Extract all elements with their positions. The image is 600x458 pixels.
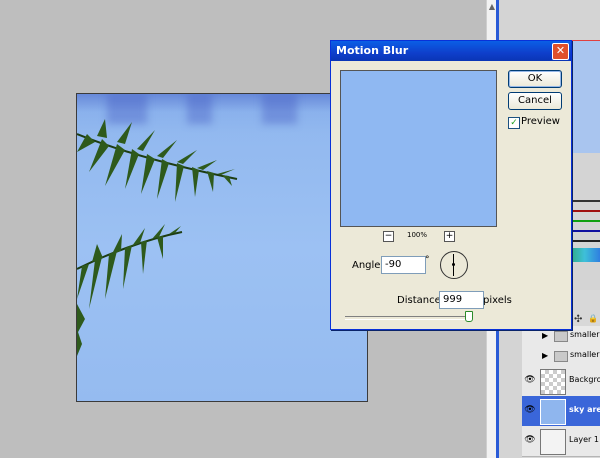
dialog-title: Motion Blur (336, 44, 409, 57)
angle-label: Angle: (352, 260, 384, 271)
degree-symbol: ° (425, 255, 430, 265)
angle-dial-center (452, 263, 455, 266)
filter-preview[interactable] (340, 70, 497, 227)
scroll-up-icon[interactable]: ▲ (488, 2, 496, 12)
expand-triangle-icon[interactable]: ▶ (542, 331, 548, 340)
dialog-titlebar[interactable]: Motion Blur ✕ (331, 41, 571, 61)
color-swatch[interactable] (569, 210, 600, 212)
fern-leaves (77, 119, 238, 356)
layer-thumbnail (540, 429, 566, 455)
layer-thumbnail (540, 399, 566, 425)
move-icon[interactable]: ✣ (574, 314, 582, 325)
layer-row[interactable]: 👁 Layer 1 c (522, 426, 600, 457)
motion-blur-dialog: Motion Blur ✕ OK Cancel ✓ Preview − 100%… (330, 40, 572, 330)
layer-name: smaller (570, 330, 600, 339)
cancel-button[interactable]: Cancel (508, 92, 562, 110)
folder-icon (554, 331, 568, 342)
color-swatch[interactable] (569, 220, 600, 222)
zoom-out-button[interactable]: − (383, 231, 394, 242)
layer-row[interactable]: ▶ smaller (522, 346, 600, 367)
layer-row[interactable]: 👁 Backgro (522, 366, 600, 397)
eye-icon[interactable]: 👁 (524, 375, 536, 385)
distance-input[interactable]: 999 (439, 291, 484, 309)
close-button[interactable]: ✕ (552, 43, 569, 60)
zoom-in-button[interactable]: + (444, 231, 455, 242)
distance-slider-track[interactable] (345, 316, 473, 320)
layer-row-selected[interactable]: 👁 sky are (522, 396, 600, 427)
document-canvas[interactable] (76, 93, 368, 402)
layer-thumbnail (540, 369, 566, 395)
zoom-level: 100% (407, 231, 428, 239)
eye-icon[interactable]: 👁 (524, 435, 536, 445)
color-swatch[interactable] (569, 240, 600, 242)
distance-slider-thumb[interactable] (465, 311, 473, 322)
preview-label: Preview (521, 116, 560, 127)
gradient-swatch[interactable] (569, 248, 600, 262)
preview-checkbox[interactable]: ✓ (508, 117, 520, 129)
color-swatch[interactable] (569, 200, 600, 202)
layer-name: Backgro (569, 375, 600, 384)
ok-button[interactable]: OK (508, 70, 562, 88)
color-swatch[interactable] (569, 230, 600, 232)
layer-name: smaller (570, 350, 600, 359)
layer-name: sky are (569, 405, 600, 414)
eye-icon[interactable]: 👁 (524, 405, 536, 415)
distance-unit: pixels (483, 295, 512, 306)
distance-label: Distance: (397, 295, 445, 306)
lock-icon[interactable]: 🔒 (588, 314, 598, 323)
angle-dial[interactable] (440, 251, 468, 279)
expand-triangle-icon[interactable]: ▶ (542, 351, 548, 360)
folder-icon (554, 351, 568, 362)
angle-input[interactable]: -90 (381, 256, 426, 274)
layer-name: Layer 1 c (569, 435, 600, 444)
